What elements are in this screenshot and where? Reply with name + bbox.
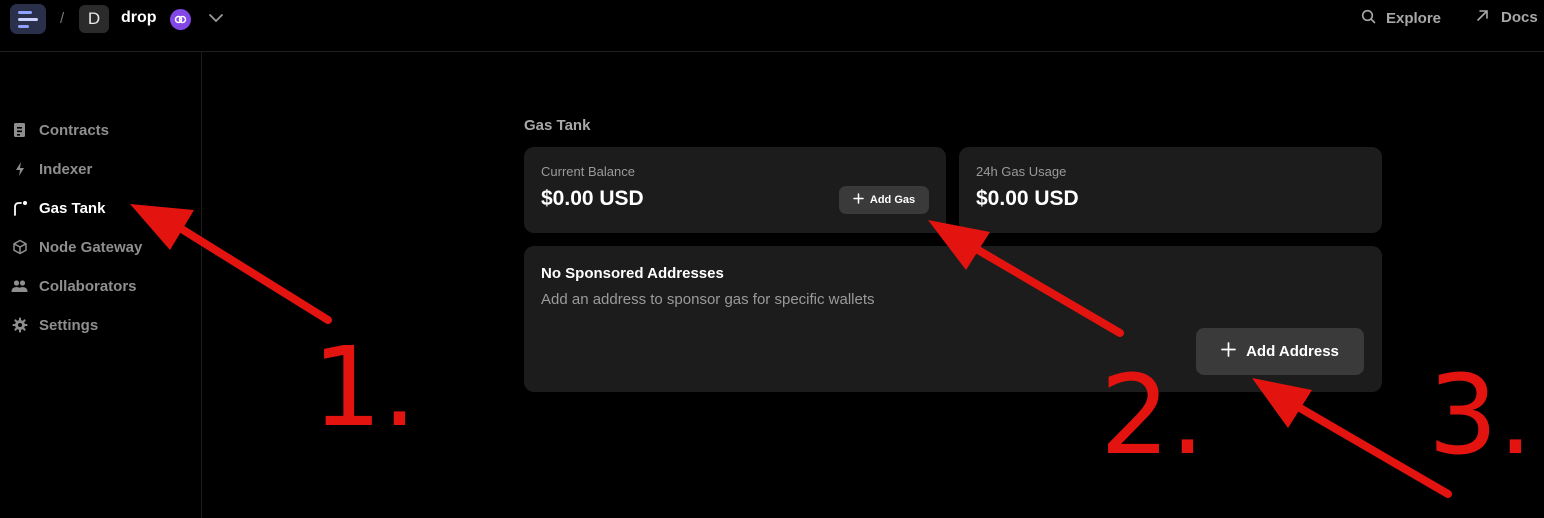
sidebar-item-indexer[interactable]: Indexer [11,158,92,180]
sponsored-description: Add an address to sponsor gas for specif… [541,291,875,308]
step-3-label: 3. [1428,351,1533,479]
arrow-3 [1252,378,1452,498]
balance-card: Current Balance $0.00 USD Add Gas [524,147,946,233]
usage-value: $0.00 USD [976,187,1079,210]
sidebar: Contracts Indexer Gas Tank Node Gateway … [0,52,202,518]
users-icon [11,278,28,295]
usage-label: 24h Gas Usage [976,164,1067,179]
chevron-down-icon[interactable] [207,9,225,27]
arrow-up-right-icon [1476,9,1489,26]
lightning-icon [11,161,28,178]
search-icon [1361,9,1376,28]
sponsored-addresses-card: No Sponsored Addresses Add an address to… [524,246,1382,392]
sidebar-item-label: Node Gateway [39,238,143,256]
sidebar-item-node-gateway[interactable]: Node Gateway [11,236,142,258]
project-name[interactable]: drop [121,9,157,27]
sidebar-item-label: Collaborators [39,277,137,295]
page-title: Gas Tank [524,117,591,134]
balance-value: $0.00 USD [541,187,644,210]
gas-path-icon [11,200,28,217]
plus-icon [853,193,864,207]
add-address-button[interactable]: Add Address [1196,328,1364,375]
sidebar-item-label: Gas Tank [39,199,106,217]
project-avatar[interactable]: D [79,5,109,33]
balance-label: Current Balance [541,164,635,179]
sponsored-title: No Sponsored Addresses [541,265,724,282]
plus-icon [1221,342,1236,361]
docs-label: Docs [1501,9,1538,26]
docs-link[interactable]: Docs [1476,9,1538,26]
app-root: / D drop Explore Docs Contracts Indexer … [0,0,1544,518]
sidebar-item-contracts[interactable]: Contracts [11,119,109,141]
gear-icon [11,317,28,334]
sidebar-item-label: Settings [39,316,99,334]
sidebar-item-label: Indexer [39,160,93,178]
explore-label: Explore [1386,10,1442,27]
polygon-chain-icon [170,9,191,30]
sidebar-item-settings[interactable]: Settings [11,314,98,336]
usage-card: 24h Gas Usage $0.00 USD [959,147,1382,233]
sidebar-item-gas-tank[interactable]: Gas Tank [11,197,105,219]
add-gas-button[interactable]: Add Gas [839,186,929,214]
add-address-label: Add Address [1246,343,1339,360]
app-logo-icon[interactable] [10,4,46,34]
sidebar-item-label: Contracts [39,121,110,139]
explore-link[interactable]: Explore [1361,9,1441,28]
cube-icon [11,239,28,256]
step-2-label: 2. [1100,351,1205,479]
sidebar-item-collaborators[interactable]: Collaborators [11,275,137,297]
step-1-label: 1. [312,323,417,451]
top-bar: / D drop Explore Docs [0,0,1544,52]
add-gas-label: Add Gas [869,194,916,206]
breadcrumb-separator: / [60,10,65,27]
document-icon [11,122,28,139]
